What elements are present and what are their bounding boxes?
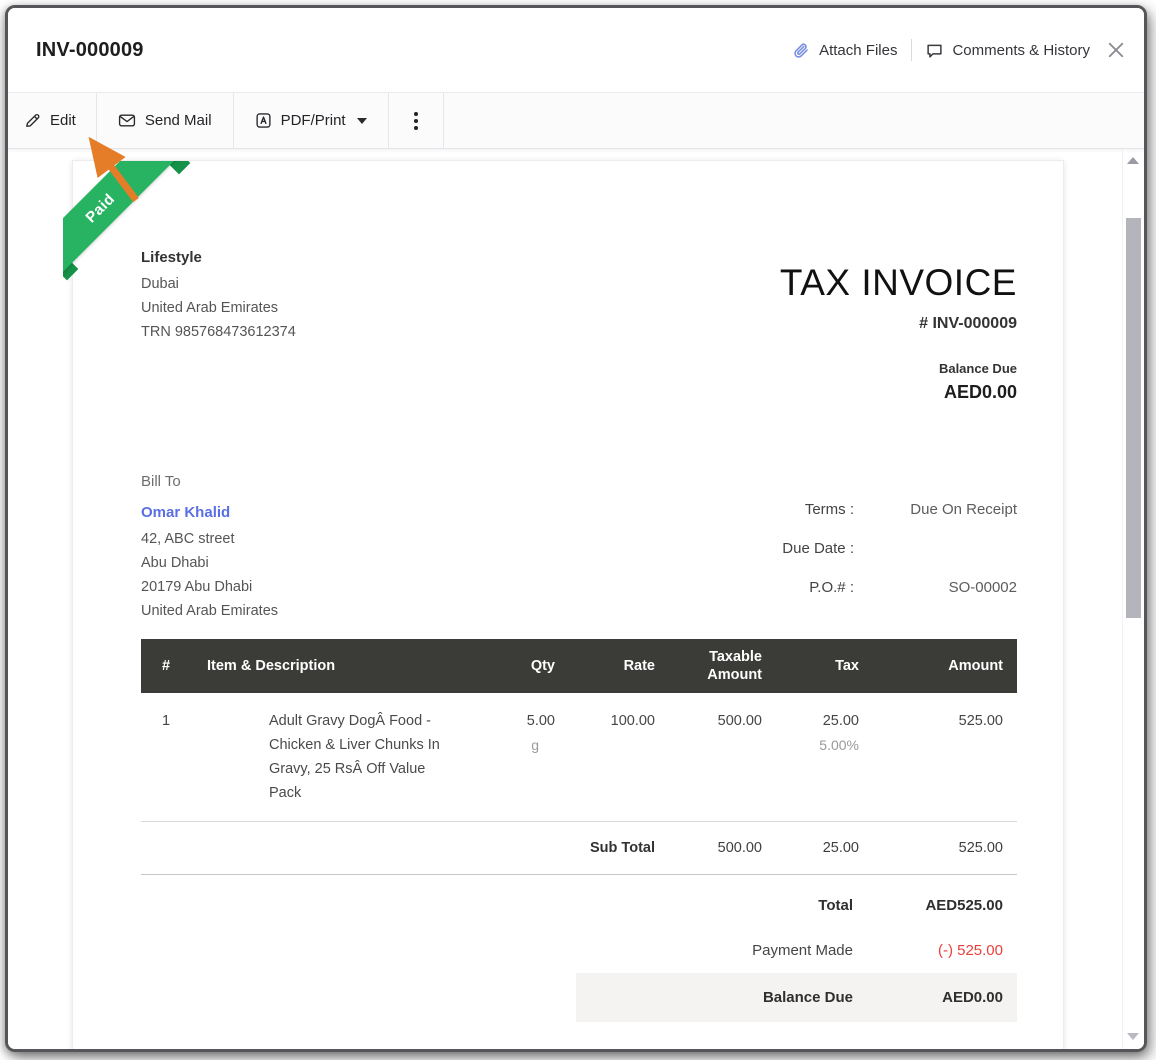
invoice-detail-window: INV-000009 Attach Files Comments & Histo… [5, 5, 1147, 1052]
invoice-meta: Terms : Due On Receipt Due Date : P.O.# … [782, 501, 1017, 623]
col-header-qty: Qty [469, 639, 569, 693]
customer-address-line: 42, ABC street [141, 527, 278, 551]
item-tax-rate: 5.00% [776, 733, 859, 757]
comments-history-label: Comments & History [952, 42, 1090, 59]
balance-due-value: AED0.00 [780, 382, 1017, 403]
scroll-down-arrow-icon[interactable] [1127, 1033, 1139, 1040]
scrollbar-thumb[interactable] [1126, 218, 1141, 618]
table-row: 1 Adult Gravy DogÂ Food - Chicken & Live… [141, 693, 1017, 822]
more-options-button[interactable] [389, 93, 444, 148]
paperclip-icon [793, 42, 810, 59]
totals-section: Total AED525.00 Payment Made (-) 525.00 … [141, 883, 1017, 1022]
pencil-icon [24, 112, 41, 129]
balance-due-label: Balance Due [780, 361, 1017, 376]
page-title: INV-000009 [36, 39, 144, 62]
table-header-row: # Item & Description Qty Rate Taxable Am… [141, 639, 1017, 693]
scroll-up-arrow-icon[interactable] [1127, 157, 1139, 164]
col-header-amount: Amount [873, 639, 1017, 693]
seller-city: Dubai [141, 272, 296, 296]
envelope-icon [118, 112, 136, 129]
bill-to-block: Bill To Omar Khalid 42, ABC street Abu D… [141, 473, 278, 623]
invoice-paper: Paid Lifestyle Dubai United Arab Emirate… [72, 160, 1064, 1049]
meta-row-terms: Terms : Due On Receipt [782, 501, 1017, 518]
item-unit: g [469, 733, 555, 757]
balance-due-row-value: AED0.00 [853, 989, 1003, 1006]
comments-history-button[interactable]: Comments & History [926, 42, 1090, 59]
pdf-file-icon [255, 112, 272, 129]
col-header-tax: Tax [776, 639, 873, 693]
toolbar: Edit Send Mail PDF/Print [8, 93, 1144, 149]
terms-label: Terms : [805, 501, 854, 518]
pdf-print-label: PDF/Print [281, 112, 346, 129]
subtotal-tax: 25.00 [776, 822, 873, 875]
balance-due-row: Balance Due AED0.00 [576, 973, 1017, 1022]
customer-address-line: United Arab Emirates [141, 599, 278, 623]
item-rate: 100.00 [569, 693, 669, 822]
edit-button[interactable]: Edit [8, 93, 97, 148]
balance-due-block: Balance Due AED0.00 [780, 361, 1017, 403]
po-number-value: SO-00002 [854, 579, 1017, 596]
total-label: Total [818, 897, 853, 914]
col-header-rate: Rate [569, 639, 669, 693]
col-header-item: Item & Description [191, 639, 469, 693]
seller-country: United Arab Emirates [141, 296, 296, 320]
vertical-scrollbar [1122, 150, 1144, 1049]
customer-link[interactable]: Omar Khalid [141, 504, 278, 521]
item-taxable-amount: 500.00 [669, 693, 776, 822]
header-divider [911, 39, 912, 61]
item-description: Adult Gravy DogÂ Food - Chicken & Liver … [269, 709, 454, 805]
invoice-preview-pane: Paid Lifestyle Dubai United Arab Emirate… [8, 150, 1144, 1049]
kebab-dot [414, 112, 418, 116]
item-amount: 525.00 [873, 693, 1017, 822]
due-date-label: Due Date : [782, 540, 854, 557]
item-number: 1 [141, 693, 191, 822]
header-actions: Attach Files Comments & History [793, 39, 1124, 61]
col-header-taxable: Taxable Amount [669, 639, 776, 693]
customer-address-line: Abu Dhabi [141, 551, 278, 575]
seller-block: Lifestyle Dubai United Arab Emirates TRN… [141, 249, 296, 403]
subtotal-label: Sub Total [569, 822, 669, 875]
total-row: Total AED525.00 [818, 883, 1017, 928]
close-icon [1108, 42, 1124, 58]
po-number-label: P.O.# : [809, 579, 854, 596]
payment-made-label: Payment Made [752, 942, 853, 959]
payment-made-row: Payment Made (-) 525.00 [752, 928, 1017, 973]
chevron-down-icon [357, 118, 367, 124]
meta-row-due-date: Due Date : [782, 540, 1017, 557]
comment-bubble-icon [926, 42, 943, 59]
document-title: TAX INVOICE [780, 261, 1017, 305]
attach-files-label: Attach Files [819, 42, 897, 59]
meta-row-po: P.O.# : SO-00002 [782, 579, 1017, 596]
terms-value: Due On Receipt [854, 501, 1017, 518]
bill-to-label: Bill To [141, 473, 278, 490]
customer-address-line: 20179 Abu Dhabi [141, 575, 278, 599]
subtotal-amount: 525.00 [873, 822, 1017, 875]
subtotal-taxable: 500.00 [669, 822, 776, 875]
payment-made-value: (-) 525.00 [853, 942, 1003, 959]
seller-trn: TRN 985768473612374 [141, 320, 296, 344]
close-button[interactable] [1108, 42, 1124, 58]
app-header: INV-000009 Attach Files Comments & Histo… [8, 8, 1144, 93]
item-tax: 25.00 [776, 709, 859, 733]
edit-label: Edit [50, 112, 76, 129]
pdf-print-button[interactable]: PDF/Print [234, 93, 389, 148]
total-value: AED525.00 [853, 897, 1003, 914]
kebab-dot [414, 119, 418, 123]
subtotal-row: Sub Total 500.00 25.00 525.00 [141, 822, 1017, 875]
line-items-table: # Item & Description Qty Rate Taxable Am… [141, 639, 1017, 875]
item-qty: 5.00 [469, 709, 555, 733]
invoice-number: # INV-000009 [780, 315, 1017, 333]
balance-due-row-label: Balance Due [763, 989, 853, 1006]
send-mail-label: Send Mail [145, 112, 212, 129]
seller-name: Lifestyle [141, 249, 296, 266]
attach-files-button[interactable]: Attach Files [793, 42, 897, 59]
col-header-num: # [141, 639, 191, 693]
send-mail-button[interactable]: Send Mail [97, 93, 234, 148]
kebab-dot [414, 126, 418, 130]
document-head: TAX INVOICE # INV-000009 Balance Due AED… [780, 261, 1017, 403]
